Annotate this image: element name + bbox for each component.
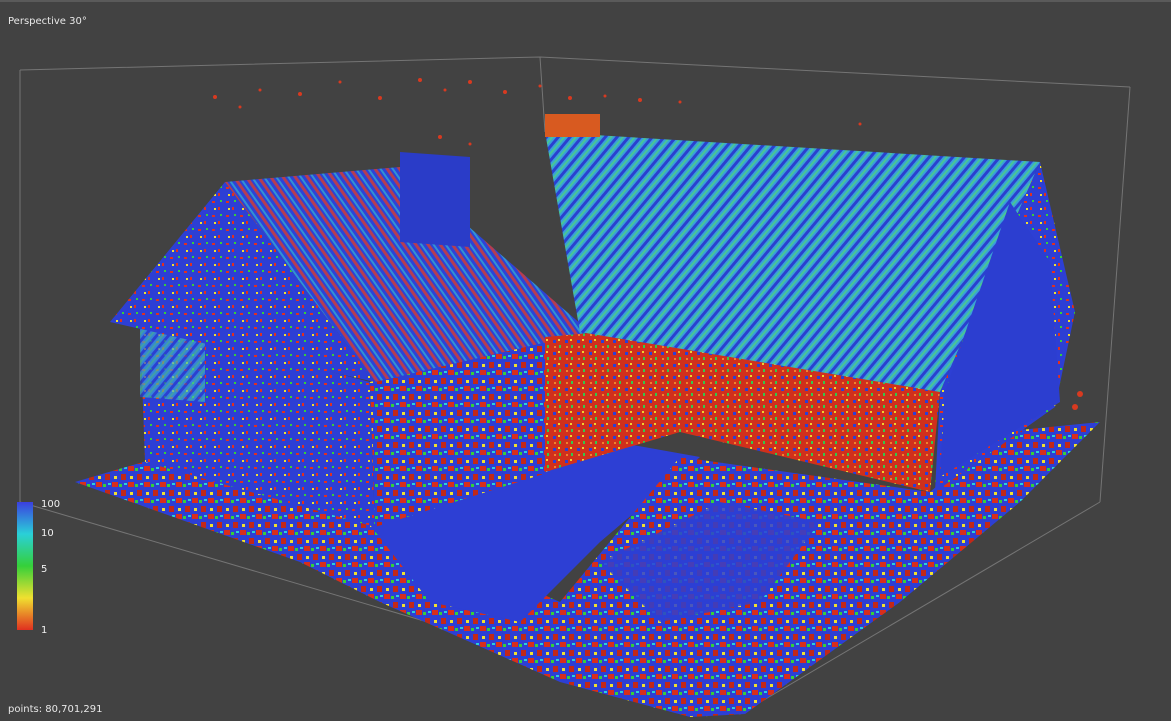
legend-tick-100: 100 — [41, 499, 61, 510]
legend-tick-5: 5 — [41, 564, 48, 575]
view-mode-label: Perspective 30° — [8, 16, 87, 27]
point-count-label: points: 80,701,291 — [8, 704, 103, 715]
legend-tick-1: 1 — [41, 625, 48, 636]
point-cloud-scene[interactable] — [0, 2, 1171, 721]
legend-tick-10: 10 — [41, 528, 54, 539]
right-building — [545, 114, 1075, 492]
density-color-scale — [17, 502, 33, 630]
viewport-3d[interactable]: Perspective 30° 100 10 5 1 points: 80,70… — [0, 0, 1171, 721]
left-building — [110, 152, 590, 527]
